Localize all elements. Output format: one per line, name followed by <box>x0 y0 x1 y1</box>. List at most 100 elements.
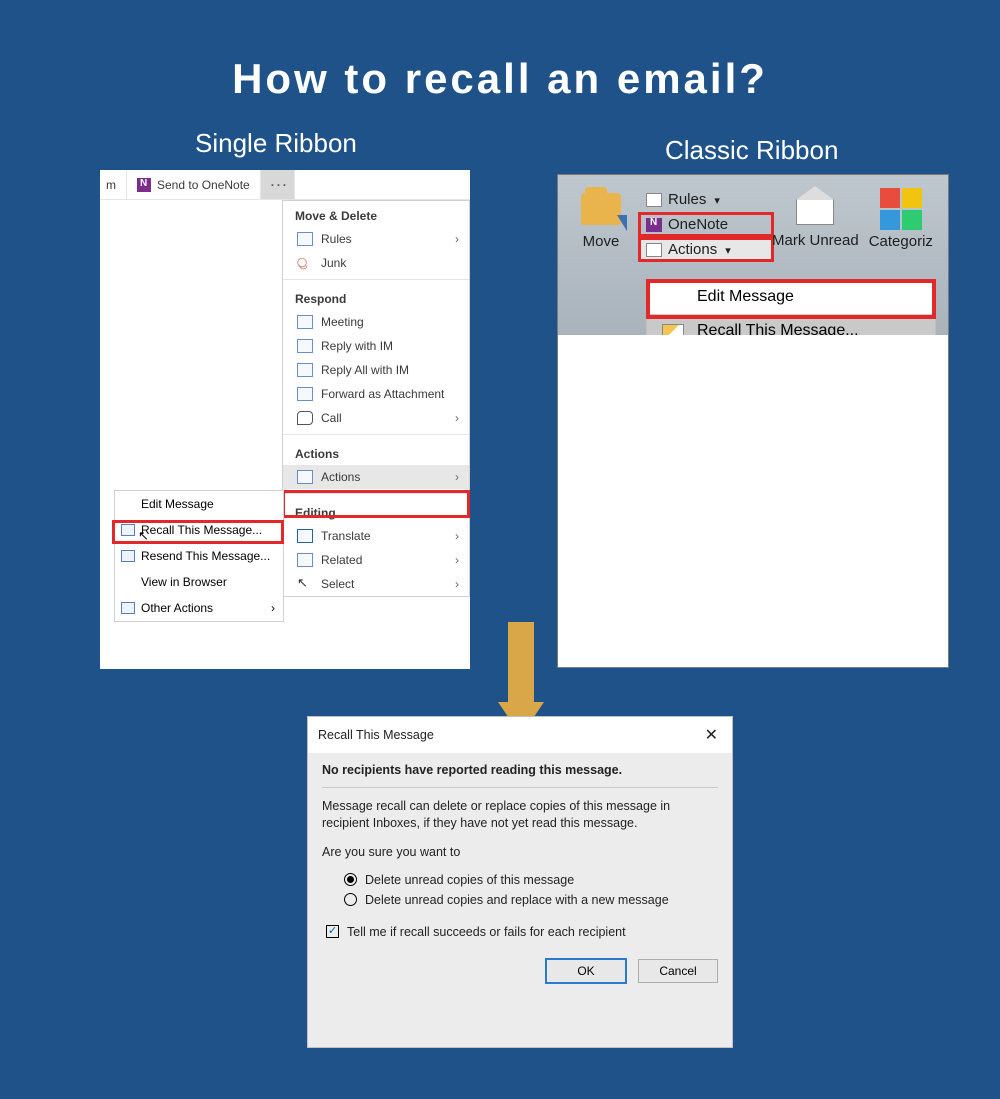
ribbon-onenote[interactable]: OneNote <box>640 214 772 235</box>
menu-junk-label: Junk <box>321 256 346 270</box>
menu-translate[interactable]: Translate <box>283 524 469 548</box>
menu-select-label: Select <box>321 577 354 591</box>
send-to-onenote-label: Send to OneNote <box>157 178 250 192</box>
menu-forward-attachment[interactable]: Forward as Attachment <box>283 382 469 406</box>
menu-rules-label: Rules <box>321 232 352 246</box>
recall-icon <box>121 524 135 536</box>
menu-related-label: Related <box>321 553 362 567</box>
ribbon-rules[interactable]: Rules <box>640 189 772 210</box>
move-button[interactable]: Move <box>574 189 628 250</box>
menu-call-label: Call <box>321 411 342 425</box>
menu-junk[interactable]: Junk <box>283 251 469 275</box>
submenu-view-browser-label: View in Browser <box>141 575 227 589</box>
menu-meeting-label: Meeting <box>321 315 364 329</box>
dropdown-recall-message[interactable]: Recall This Message... <box>647 314 935 335</box>
junk-icon <box>297 256 313 270</box>
menu-meeting[interactable]: Meeting <box>283 310 469 334</box>
move-label: Move <box>583 233 620 250</box>
dropdown-edit-message[interactable]: Edit Message <box>647 280 935 314</box>
close-button[interactable]: ✕ <box>701 725 722 745</box>
reply-all-im-icon <box>297 363 313 377</box>
label-classic-ribbon: Classic Ribbon <box>665 135 838 166</box>
mark-unread-icon <box>796 199 834 225</box>
overflow-menu: Move & Delete Rules Junk Respond Meeting… <box>282 200 470 597</box>
submenu-view-in-browser[interactable]: View in Browser <box>115 569 283 595</box>
cancel-button[interactable]: Cancel <box>638 959 718 983</box>
mark-unread-label: Mark Unread <box>772 233 859 250</box>
reply-im-icon <box>297 339 313 353</box>
toolbar-fragment: m <box>100 170 127 199</box>
checkbox-tell-me-label: Tell me if recall succeeds or fails for … <box>347 925 626 939</box>
actions-icon <box>297 470 313 484</box>
submenu-resend-label: Resend This Message... <box>141 549 270 563</box>
submenu-edit-message[interactable]: Edit Message <box>115 491 283 517</box>
section-move-delete: Move & Delete <box>283 201 469 227</box>
menu-actions-label: Actions <box>321 470 360 484</box>
menu-reply-im-label: Reply with IM <box>321 339 393 353</box>
more-options-button[interactable]: ··· <box>261 170 295 199</box>
submenu-recall-label: Recall This Message... <box>141 523 262 537</box>
forward-attach-icon <box>297 387 313 401</box>
rules-icon <box>297 232 313 246</box>
ribbon-stack: Rules OneNote Actions <box>640 189 772 260</box>
single-ribbon-toolbar: m Send to OneNote ··· <box>100 170 470 200</box>
menu-reply-all-im-label: Reply All with IM <box>321 363 409 377</box>
actions-submenu: Edit Message Recall This Message... Rese… <box>114 490 284 622</box>
categorize-label: Categoriz <box>869 233 933 250</box>
actions-dropdown: Edit Message Recall This Message... Rese… <box>646 279 936 335</box>
other-actions-icon <box>121 602 135 614</box>
page-title: How to recall an email? <box>0 55 1000 103</box>
related-icon <box>297 553 313 567</box>
dialog-prompt: Are you sure you want to <box>322 844 718 861</box>
dialog-headline: No recipients have reported reading this… <box>322 763 718 777</box>
label-single-ribbon: Single Ribbon <box>195 128 357 159</box>
checkbox-icon <box>326 925 339 938</box>
menu-translate-label: Translate <box>321 529 371 543</box>
menu-select[interactable]: Select <box>283 572 469 596</box>
radio-icon <box>344 893 357 906</box>
menu-actions[interactable]: Actions <box>283 465 469 489</box>
checkbox-tell-me[interactable]: Tell me if recall succeeds or fails for … <box>326 925 718 939</box>
meeting-icon <box>297 315 313 329</box>
radio-delete-copies[interactable]: Delete unread copies of this message <box>344 873 718 887</box>
dropdown-recall-label: Recall This Message... <box>697 322 859 335</box>
menu-related[interactable]: Related <box>283 548 469 572</box>
cursor-icon: ↖ <box>138 528 149 544</box>
ok-button[interactable]: OK <box>546 959 626 983</box>
ribbon-rules-label: Rules <box>668 191 706 208</box>
select-icon <box>297 577 313 591</box>
radio-delete-label: Delete unread copies of this message <box>365 873 574 887</box>
menu-reply-all-im[interactable]: Reply All with IM <box>283 358 469 382</box>
section-editing: Editing <box>283 498 469 524</box>
rules-icon <box>646 193 662 207</box>
ribbon-actions-label: Actions <box>668 241 717 258</box>
dropdown-edit-message-label: Edit Message <box>697 288 794 306</box>
submenu-edit-message-label: Edit Message <box>141 497 214 511</box>
ribbon-onenote-label: OneNote <box>668 216 728 233</box>
recall-icon <box>662 324 684 335</box>
send-to-onenote-button[interactable]: Send to OneNote <box>127 170 261 199</box>
single-ribbon-screenshot: m Send to OneNote ··· Move & Delete Rule… <box>100 170 470 669</box>
section-respond: Respond <box>283 284 469 310</box>
mark-unread-button[interactable]: Mark Unread <box>772 189 859 250</box>
menu-reply-im[interactable]: Reply with IM <box>283 334 469 358</box>
dialog-title: Recall This Message <box>318 728 434 742</box>
submenu-other-actions-label: Other Actions <box>141 601 213 615</box>
menu-rules[interactable]: Rules <box>283 227 469 251</box>
ribbon-actions[interactable]: Actions <box>640 239 772 260</box>
radio-icon <box>344 873 357 886</box>
radio-replace-copies[interactable]: Delete unread copies and replace with a … <box>344 893 718 907</box>
menu-forward-attach-label: Forward as Attachment <box>321 387 444 401</box>
submenu-other-actions[interactable]: Other Actions <box>115 595 283 621</box>
call-icon <box>297 411 313 425</box>
onenote-icon <box>646 218 662 232</box>
categorize-button[interactable]: Categoriz <box>869 189 933 250</box>
classic-ribbon-screenshot: Move Rules OneNote Actions Mark Unread C… <box>557 174 949 668</box>
section-actions: Actions <box>283 439 469 465</box>
submenu-resend-message[interactable]: Resend This Message... <box>115 543 283 569</box>
categorize-icon <box>880 188 922 230</box>
resend-icon <box>121 550 135 562</box>
onenote-icon <box>137 178 151 192</box>
menu-call[interactable]: Call <box>283 406 469 430</box>
actions-icon <box>646 243 662 257</box>
